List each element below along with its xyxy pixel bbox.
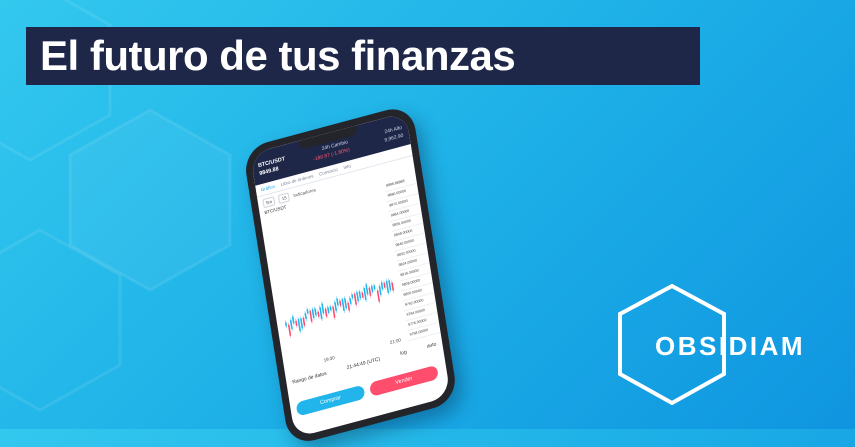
sell-button[interactable]: Vender (369, 364, 439, 397)
auto-toggle[interactable]: auto (426, 341, 436, 349)
interval-15[interactable]: 15 (278, 192, 291, 205)
headline-banner: El futuro de tus finanzas (26, 27, 700, 85)
tab-trades[interactable]: Comercio (319, 167, 338, 177)
brand-name: OBSIDIAM (655, 331, 805, 361)
buy-button[interactable]: Comprar (295, 384, 366, 417)
candle-wick (332, 304, 336, 320)
range-selector[interactable]: Rango de datos (292, 371, 327, 386)
indicators-button[interactable]: Indicadores (293, 187, 316, 198)
phone-screen: BTC/USDT 24h Cambio 24h Alto 9849.88 -18… (250, 112, 451, 438)
candle-wick (297, 317, 301, 334)
candle-wick (288, 322, 291, 338)
candle-wick (309, 308, 313, 324)
phone-mockup: BTC/USDT 24h Cambio 24h Alto 9849.88 -18… (242, 89, 511, 447)
tab-chart[interactable]: Gráfico (261, 184, 276, 193)
headline-text: El futuro de tus finanzas (40, 32, 516, 79)
clock-readout: 21:44:49 (UTC) (346, 356, 381, 372)
candle-wick (363, 285, 367, 302)
tab-info[interactable]: Info (343, 163, 351, 170)
candle-wick (341, 297, 345, 314)
candle-wick (319, 305, 323, 322)
candle-wick (385, 278, 389, 295)
candle-wick (353, 291, 357, 307)
candle-wick (377, 288, 380, 304)
log-toggle[interactable]: log (400, 349, 407, 357)
